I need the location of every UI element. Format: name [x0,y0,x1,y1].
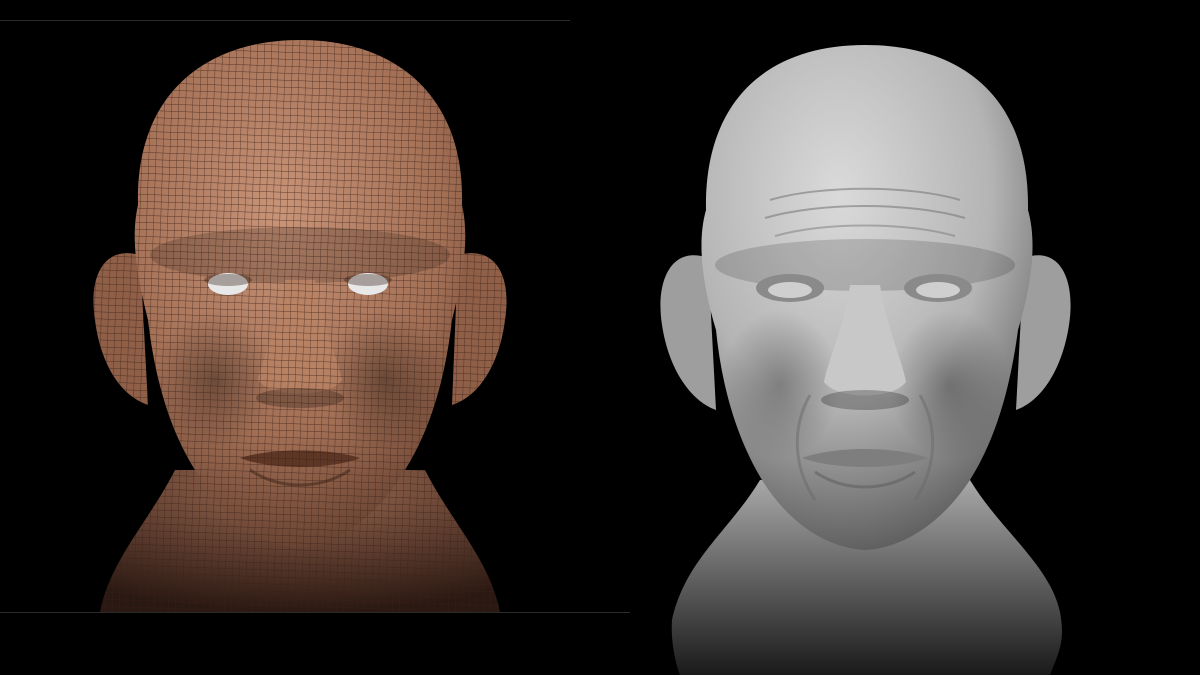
comparison-stage [0,0,1200,675]
viewport-top-border [0,20,570,21]
wireframe-view-panel [0,0,630,675]
wireframe-head-image [93,40,507,612]
clay-head-image [660,45,1071,675]
clay-view-panel [620,0,1200,675]
viewport-bottom-border [0,612,630,613]
